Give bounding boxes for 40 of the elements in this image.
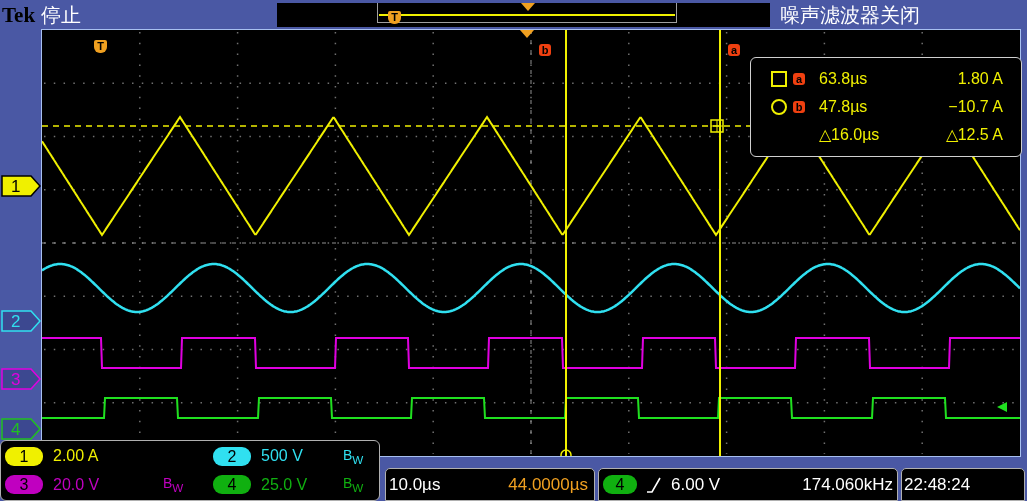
rising-edge-icon [647, 476, 661, 493]
trigger-marker: T [388, 11, 401, 24]
bandwidth-limit: B$_{W}$ [163, 475, 185, 495]
trigger-position-icon [521, 3, 535, 11]
channel-marker[interactable]: 2 [1, 310, 41, 332]
channel-marker[interactable]: 1 [1, 175, 41, 197]
channel-scale: 20.0 V [53, 475, 101, 494]
cursor-time: 63.8µs [819, 69, 869, 88]
cursor-label: b [539, 44, 551, 56]
cursor-time: 47.8µs [819, 97, 869, 116]
channel-scale: 500 V [261, 447, 304, 466]
trigger-position-icon [520, 30, 534, 38]
clock-time: 22:48:24 [904, 474, 971, 495]
brand-logo: Tek [2, 2, 36, 28]
channel-badge[interactable]: 3 [5, 475, 43, 495]
bandwidth-limit: B$_{W}$ [343, 475, 365, 495]
channel-badge[interactable]: 1 [5, 446, 43, 466]
trigger-source-badge[interactable]: 4 [603, 475, 637, 494]
run-status: 停止 [41, 2, 82, 28]
cursor-time: △16.0µs [819, 125, 881, 145]
circle-icon [771, 98, 787, 115]
channel-scale: 2.00 A [53, 447, 100, 466]
channel-scale: 25.0 V [261, 475, 309, 494]
cursor-label: a [793, 72, 805, 85]
square-icon [771, 70, 787, 87]
trigger-level-icon [997, 402, 1007, 412]
channel-badge[interactable]: 2 [213, 446, 251, 466]
cursor-value: 1.80 A [957, 69, 1003, 88]
cursor-label: a [728, 44, 740, 56]
noise-filter-status: 噪声滤波器关闭 [780, 2, 920, 28]
channel-badge[interactable]: 4 [213, 475, 251, 495]
bandwidth-limit: B$_{W}$ [343, 446, 365, 466]
trigger-level: 6.00 V [671, 474, 721, 495]
trigger-frequency: 174.060kHz [802, 474, 893, 495]
cursor-square-icon [710, 119, 724, 133]
time-scale: 10.0µs [389, 474, 441, 495]
cursor-value: −10.7 A [948, 97, 1003, 116]
cursor-value: △12.5 A [945, 125, 1003, 145]
horizontal-position: 44.0000µs [508, 474, 588, 495]
cursor-label: b [793, 100, 805, 113]
